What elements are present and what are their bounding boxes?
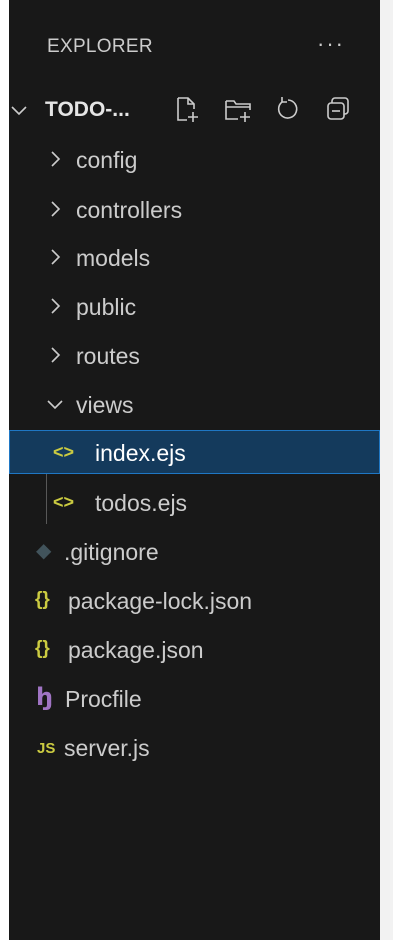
file-label: .gitignore [64, 539, 159, 565]
json-icon: {} [35, 589, 50, 610]
new-file-button[interactable] [172, 94, 202, 124]
file-label: server.js [64, 735, 150, 761]
folder-models[interactable]: models [9, 235, 380, 279]
chevron-right-icon [51, 347, 61, 363]
explorer-title: EXPLORER [47, 36, 153, 57]
folder-config[interactable]: config [9, 137, 380, 181]
folder-controllers[interactable]: controllers [9, 187, 380, 231]
chevron-down-icon [11, 106, 27, 116]
explorer-panel: EXPLORER ··· TODO-... config controllers… [9, 0, 380, 940]
file-label: Procfile [65, 686, 142, 712]
project-name: TODO-... [45, 98, 130, 121]
folder-label: models [76, 245, 151, 271]
chevron-right-icon [51, 151, 61, 167]
chevron-down-icon [47, 400, 63, 410]
folder-public[interactable]: public [9, 284, 380, 328]
json-icon: {} [35, 638, 50, 659]
chevron-right-icon [51, 249, 61, 265]
collapse-all-icon [327, 97, 349, 120]
ejs-file-icon: <> [53, 492, 75, 512]
git-icon: ◆ [36, 540, 52, 562]
new-folder-button[interactable] [223, 94, 253, 124]
folder-label: controllers [76, 197, 183, 223]
folder-label: views [76, 392, 134, 418]
explorer-header: EXPLORER ··· [9, 22, 380, 72]
file-index-ejs[interactable]: <> index.ejs [9, 430, 380, 474]
chevron-right-icon [51, 201, 61, 217]
new-folder-icon [225, 100, 251, 122]
project-section-header[interactable]: TODO-... [9, 87, 380, 133]
chevron-right-icon [51, 298, 61, 314]
refresh-icon [277, 97, 298, 119]
window-edge [380, 0, 393, 940]
folder-label: public [76, 294, 137, 320]
file-server-js[interactable]: JS server.js [9, 725, 380, 769]
file-package-json[interactable]: {} package.json [9, 627, 380, 671]
file-label: todos.ejs [95, 490, 188, 516]
file-gitignore[interactable]: ◆ .gitignore [9, 529, 380, 573]
folder-routes[interactable]: routes [9, 333, 380, 377]
javascript-icon: JS [37, 740, 56, 757]
new-file-icon [177, 97, 198, 122]
collapse-all-button[interactable] [323, 94, 353, 124]
file-todos-ejs[interactable]: <> todos.ejs [9, 480, 380, 524]
file-label: package-lock.json [68, 588, 253, 614]
folder-views[interactable]: views [9, 382, 380, 426]
folder-label: config [76, 147, 138, 173]
heroku-icon: ꜧ [36, 684, 54, 711]
refresh-button[interactable] [273, 94, 303, 124]
file-procfile[interactable]: ꜧ Procfile [9, 676, 380, 720]
file-package-lock-json[interactable]: {} package-lock.json [9, 578, 380, 622]
more-actions-button[interactable]: ··· [309, 29, 353, 59]
folder-label: routes [76, 343, 140, 369]
file-label: package.json [68, 637, 204, 663]
ejs-file-icon: <> [53, 442, 75, 462]
file-label: index.ejs [95, 440, 186, 466]
